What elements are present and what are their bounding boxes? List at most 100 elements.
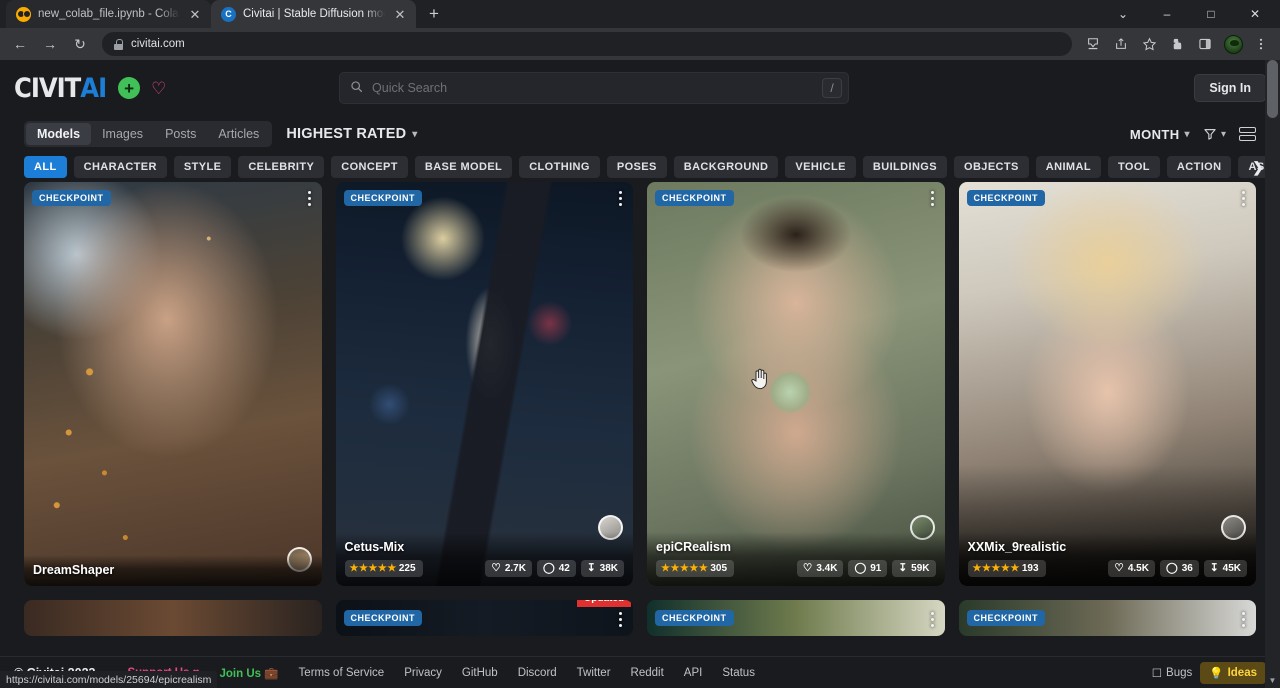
model-type-badge: CHECKPOINT [344, 190, 423, 206]
model-card-partial[interactable]: CHECKPOINT [647, 600, 945, 636]
model-thumbnail[interactable]: CHECKPOINT epiCRealism ★★★★★ 305 [647, 182, 945, 586]
chip-poses[interactable]: POSES [607, 156, 667, 178]
card-menu-icon[interactable] [617, 189, 624, 208]
footer-link-api[interactable]: API [674, 667, 713, 679]
model-card-epicrealism[interactable]: CHECKPOINT epiCRealism ★★★★★ 305 [647, 182, 945, 586]
search-icon [350, 80, 363, 96]
footer-link-privacy[interactable]: Privacy [394, 667, 452, 679]
footer-link-status[interactable]: Status [712, 667, 765, 679]
sign-in-button[interactable]: Sign In [1194, 74, 1266, 102]
extensions-puzzle-icon[interactable] [1164, 31, 1190, 57]
downloads-count: 59K [911, 563, 929, 574]
footer-link-twitter[interactable]: Twitter [567, 667, 621, 679]
chrome-menu-icon[interactable] [1248, 31, 1274, 57]
chip-background[interactable]: BACKGROUND [674, 156, 779, 178]
lightbulb-icon: 💡 [1209, 666, 1223, 680]
close-window-button[interactable]: ✕ [1234, 0, 1276, 28]
thumbnail-image [647, 182, 945, 586]
install-icon[interactable] [1080, 31, 1106, 57]
model-card-dreamshaper[interactable]: CHECKPOINT DreamShaper [24, 182, 322, 586]
chip-concept[interactable]: CONCEPT [331, 156, 408, 178]
category-chip-row[interactable]: ALL CHARACTER STYLE CELEBRITY CONCEPT BA… [0, 152, 1280, 182]
footer-link-join-us[interactable]: Join Us 💼 [209, 666, 288, 680]
chip-celebrity[interactable]: CELEBRITY [238, 156, 324, 178]
scroll-down-icon[interactable]: ▼ [1265, 673, 1280, 688]
chip-vehicle[interactable]: VEHICLE [785, 156, 855, 178]
search-input[interactable] [372, 81, 813, 95]
download-icon: ↧ [898, 563, 907, 574]
close-icon[interactable]: ✕ [187, 6, 203, 22]
heart-icon[interactable]: ♡ [151, 80, 166, 97]
chip-objects[interactable]: OBJECTS [954, 156, 1029, 178]
engagement-stats: ♡ 2.7K ◯ 42 ↧ 38K [485, 560, 624, 577]
minimize-button[interactable]: – [1146, 0, 1188, 28]
model-thumbnail[interactable]: CHECKPOINT DreamShaper [24, 182, 322, 586]
tab-models[interactable]: Models [26, 123, 91, 145]
browser-tab-civitai[interactable]: C Civitai | Stable Diffusion models, ✕ [211, 0, 416, 28]
model-card-cetus-mix[interactable]: CHECKPOINT Cetus-Mix ★★★★★ 225 [336, 182, 634, 586]
tab-strip: new_colab_file.ipynb - Colaborator ✕ C C… [0, 0, 1280, 28]
layout-rows-icon[interactable] [1239, 127, 1256, 141]
footer-link-reddit[interactable]: Reddit [621, 667, 674, 679]
ideas-button[interactable]: 💡 Ideas [1200, 662, 1266, 684]
address-bar[interactable]: civitai.com [102, 32, 1072, 56]
chip-base-model[interactable]: BASE MODEL [415, 156, 512, 178]
quick-search-bar[interactable]: / [339, 72, 849, 104]
period-dropdown[interactable]: MONTH ▾ [1130, 127, 1190, 142]
back-icon[interactable]: ← [6, 30, 34, 58]
chip-style[interactable]: STYLE [174, 156, 231, 178]
chip-all[interactable]: ALL [24, 156, 67, 178]
comment-icon: ◯ [1166, 563, 1178, 574]
footer-link-github[interactable]: GitHub [452, 667, 508, 679]
card-menu-icon[interactable] [929, 610, 936, 629]
ideas-label: Ideas [1228, 667, 1257, 679]
model-card-xxmix-9realistic[interactable]: CHECKPOINT XXMix_9realistic ★★★★★ 193 [959, 182, 1257, 586]
card-menu-icon[interactable] [306, 189, 313, 208]
chip-clothing[interactable]: CLOTHING [519, 156, 600, 178]
card-menu-icon[interactable] [929, 189, 936, 208]
browser-tab-colab[interactable]: new_colab_file.ipynb - Colaborator ✕ [6, 0, 211, 28]
civitai-logo[interactable]: CIVITAI [14, 73, 106, 104]
card-menu-icon[interactable] [617, 610, 624, 629]
model-card-partial[interactable] [24, 600, 322, 636]
rating-count: 305 [710, 563, 727, 574]
chip-character[interactable]: CHARACTER [74, 156, 167, 178]
model-card-partial[interactable]: CHECKPOINT [959, 600, 1257, 636]
chip-animal[interactable]: ANIMAL [1036, 156, 1101, 178]
filter-dropdown[interactable]: ▾ [1203, 127, 1226, 141]
reload-icon[interactable]: ↻ [66, 30, 94, 58]
bookmark-star-icon[interactable] [1136, 31, 1162, 57]
profile-avatar-icon[interactable] [1220, 31, 1246, 57]
card-menu-icon[interactable] [1240, 189, 1247, 208]
sort-dropdown[interactable]: HIGHEST RATED ▾ [286, 126, 417, 142]
card-footer: DreamShaper [24, 555, 322, 586]
maximize-button[interactable]: □ [1190, 0, 1232, 28]
chips-scroll-right-icon[interactable]: ❯ [1252, 159, 1264, 176]
chip-tool[interactable]: TOOL [1108, 156, 1160, 178]
chevron-down-icon[interactable]: ⌄ [1102, 0, 1144, 28]
page-scrollbar[interactable]: ▲ ▼ [1265, 60, 1280, 688]
forward-icon[interactable]: → [36, 30, 64, 58]
bugs-button[interactable]: ☐ Bugs [1152, 666, 1193, 680]
likes-count: 2.7K [505, 563, 526, 574]
comments-pill: ◯ 42 [537, 560, 576, 577]
model-type-badge: CHECKPOINT [967, 610, 1046, 626]
model-thumbnail[interactable]: CHECKPOINT Cetus-Mix ★★★★★ 225 [336, 182, 634, 586]
share-icon[interactable] [1108, 31, 1134, 57]
model-thumbnail[interactable]: CHECKPOINT XXMix_9realistic ★★★★★ 193 [959, 182, 1257, 586]
create-button[interactable]: + [118, 77, 140, 99]
tab-images[interactable]: Images [91, 123, 154, 145]
tab-posts[interactable]: Posts [154, 123, 207, 145]
scrollbar-thumb[interactable] [1267, 60, 1278, 118]
card-menu-icon[interactable] [1240, 610, 1247, 629]
chip-buildings[interactable]: BUILDINGS [863, 156, 947, 178]
footer-link-terms[interactable]: Terms of Service [289, 667, 395, 679]
footer-link-discord[interactable]: Discord [508, 667, 567, 679]
site-header: CIVITAI + ♡ / Sign In [0, 60, 1280, 116]
close-icon[interactable]: ✕ [392, 6, 408, 22]
model-card-partial[interactable]: CHECKPOINT Updated [336, 600, 634, 636]
chip-action[interactable]: ACTION [1167, 156, 1232, 178]
new-tab-button[interactable]: + [420, 0, 448, 28]
tab-articles[interactable]: Articles [207, 123, 270, 145]
side-panel-icon[interactable] [1192, 31, 1218, 57]
